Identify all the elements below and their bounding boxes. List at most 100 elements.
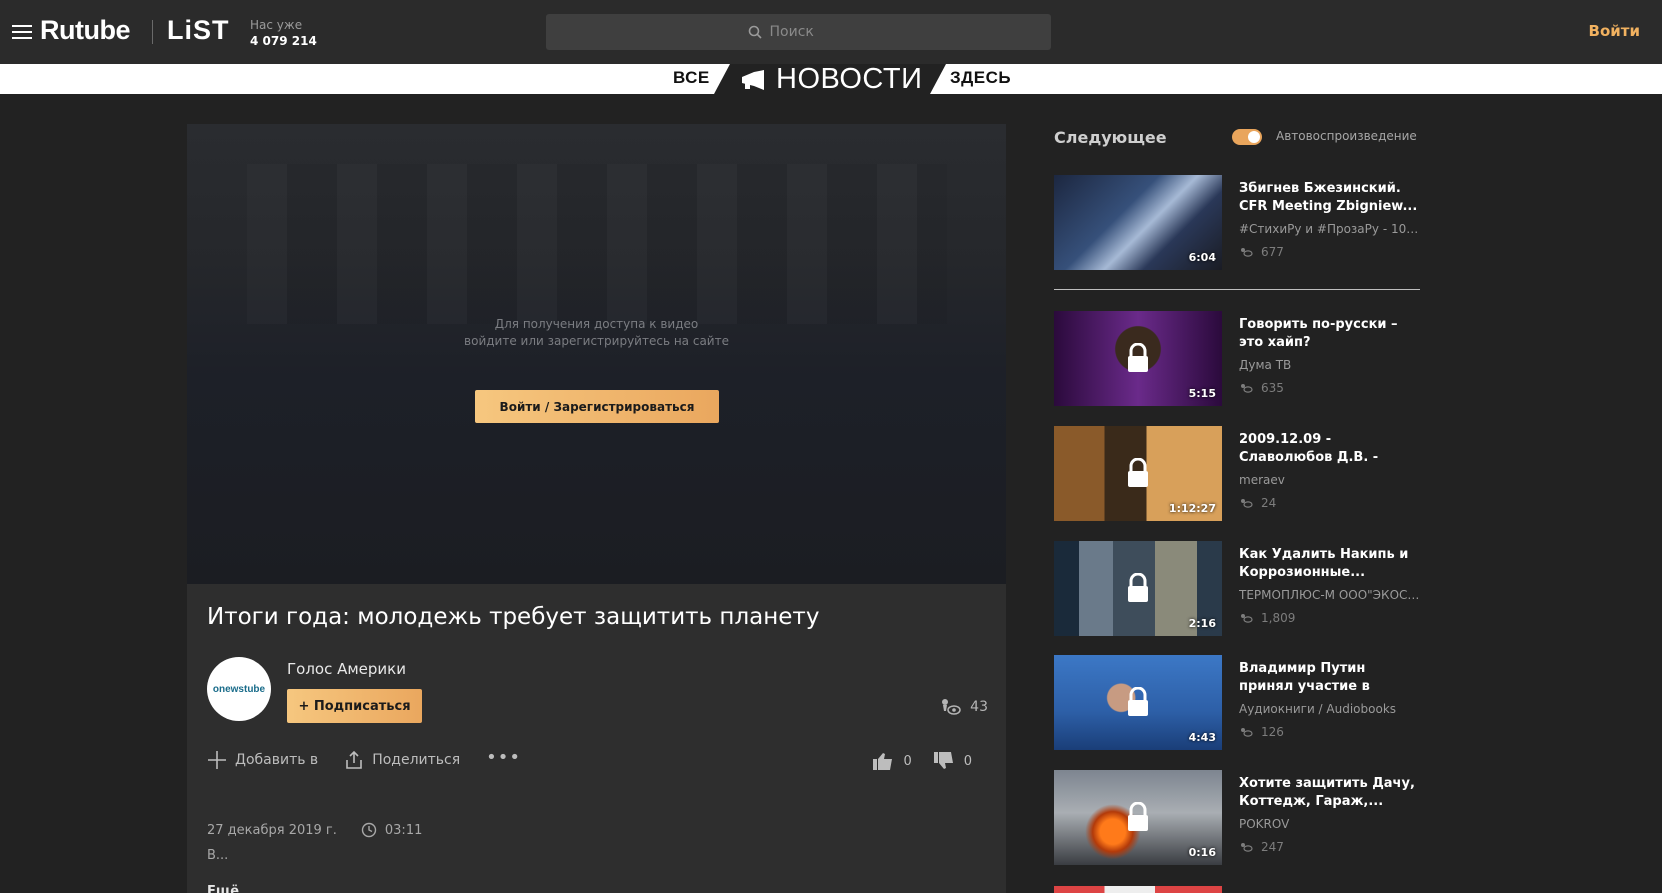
more-options-icon[interactable]: ••• [486,747,521,768]
views-icon [1241,843,1253,852]
category-here[interactable]: ЗДЕСЬ [950,68,1011,88]
next-video-title: Говорить по-русски – это хайп? [1239,317,1398,350]
thumbs-up-icon [873,753,893,770]
thumbnail-duration: 2:16 [1188,617,1216,630]
lock-icon [1128,343,1148,372]
category-news-label: НОВОСТИ [776,63,923,95]
next-video-channel: Дума ТВ [1239,358,1292,372]
video-actions: Добавить в Поделиться ••• [207,747,521,770]
add-to-label: Добавить в [235,752,319,768]
thumbnail-duration: 0:16 [1188,846,1216,859]
search-input[interactable] [769,24,850,40]
video-title: Итоги года: молодежь требует защитить пл… [207,604,820,630]
video-thumbnail: 5:15 [1054,311,1222,406]
category-news[interactable]: НОВОСТИ [714,64,946,94]
access-line-2: войдите или зарегистрируйтесь на сайте [464,334,729,348]
category-all[interactable]: ВСЕ [673,68,710,88]
menu-icon[interactable] [12,24,32,40]
next-video-title: Как Удалить Накипь и Коррозионные... [1239,547,1409,580]
login-link[interactable]: Войти [1589,22,1640,40]
lock-icon [1128,573,1148,602]
video-thumbnail: 4:43 [1054,655,1222,750]
user-count-label: Нас уже [250,18,303,32]
like-count: 0 [903,753,912,769]
next-video-channel: ТЕРМОПЛЮС-М ООО"ЭКОСт... [1239,588,1420,602]
next-video-title: Владимир Путин принял участие в торжеств… [1239,661,1370,694]
video-duration: 03:11 [361,822,422,838]
autoplay-label: Автовоспроизведение [1276,129,1417,143]
thumbs-down-icon [933,752,953,769]
lock-icon [1128,687,1148,716]
next-video-views: 1,809 [1239,611,1295,625]
share-icon [346,750,362,769]
video-thumbnail [1054,886,1222,893]
lock-icon [1128,458,1148,487]
show-more-link[interactable]: Ещё [207,884,239,893]
dislike-count: 0 [963,753,972,769]
share-label: Поделиться [372,752,461,768]
next-video-title: Хотите защитить Дачу, Коттедж, Гараж,... [1239,776,1415,809]
video-thumbnail: 0:16 [1054,770,1222,865]
dislike-button[interactable]: 0 [933,752,972,770]
list-logo[interactable]: LiST [167,15,230,46]
views-icon [1241,614,1253,623]
rutube-logo[interactable]: Rutube [40,15,130,46]
search-bar[interactable] [546,14,1051,50]
views-icon [1241,499,1253,508]
next-video-item-partial[interactable] [1054,886,1420,893]
duration-value: 03:11 [384,822,423,838]
access-line-1: Для получения доступа к видео [494,317,699,331]
view-count-value: 43 [970,699,988,715]
channel-avatar[interactable]: onewstube [207,657,271,721]
next-video-views: 24 [1239,496,1276,510]
video-main: Для получения доступа к видео войдите ил… [187,124,1006,893]
share-button[interactable]: Поделиться [344,750,460,770]
clock-icon [361,822,377,838]
video-thumbnail: 6:04 [1054,175,1222,270]
thumbnail-duration: 5:15 [1188,387,1216,400]
user-count: Нас уже 4 079 214 [250,17,317,49]
thumbnail-duration: 6:04 [1188,251,1216,264]
next-video-views: 126 [1239,725,1284,739]
views-icon [1241,384,1253,393]
channel-name[interactable]: Голос Америки [287,660,406,678]
toggle-knob [1248,131,1260,143]
next-video-channel: Аудиокниги / Audiobooks [1239,702,1397,716]
next-video-channel: meraev [1239,473,1285,487]
next-video-title: Збигнев Бжезинский. CFR Meeting Zbigniew… [1239,181,1418,214]
video-thumbnail: 1:12:27 [1054,426,1222,521]
top-header: Rutube LiST Нас уже 4 079 214 Войти [0,0,1662,64]
video-meta: 27 декабря 2019 г. 03:11 [207,822,422,838]
user-count-value: 4 079 214 [250,34,317,48]
views-icon [942,699,961,715]
view-count-value: 635 [1261,381,1284,395]
next-video-item[interactable]: 5:15 Говорить по-русски – это хайп? Дума… [1054,311,1420,406]
plus-icon [208,751,226,769]
view-count-value: 126 [1261,725,1284,739]
autoplay-toggle[interactable] [1232,129,1262,145]
sidebar-divider [1054,289,1420,290]
subscribe-button[interactable]: + Подписаться [287,689,422,723]
logo-divider [152,20,153,44]
next-video-item[interactable]: 6:04 Збигнев Бжезинский. CFR Meeting Zbi… [1054,175,1420,270]
access-message: Для получения доступа к видео войдите ил… [187,316,1006,350]
player-background-texture [247,164,947,324]
video-player[interactable]: Для получения доступа к видео войдите ил… [187,124,1006,584]
category-bar: ВСЕ НОВОСТИ ЗДЕСЬ [0,64,1662,94]
next-video-item[interactable]: 0:16 Хотите защитить Дачу, Коттедж, Гара… [1054,770,1420,865]
next-video-title: 2009.12.09 - Славолюбов Д.В. - Печальный… [1239,432,1379,465]
megaphone-icon [740,70,768,90]
next-video-views: 635 [1239,381,1284,395]
rating: 0 0 [859,752,972,770]
add-to-button[interactable]: Добавить в [207,750,318,770]
video-description: В... [207,848,229,863]
next-video-item[interactable]: 4:43 Владимир Путин принял участие в тор… [1054,655,1420,750]
next-video-item[interactable]: 2:16 Как Удалить Накипь и Коррозионные..… [1054,541,1420,636]
view-count-value: 247 [1261,840,1284,854]
video-thumbnail: 2:16 [1054,541,1222,636]
login-register-button[interactable]: Войти / Зарегистрироваться [475,390,719,423]
thumbnail-duration: 4:43 [1188,731,1216,744]
like-button[interactable]: 0 [873,752,912,770]
next-video-item[interactable]: 1:12:27 2009.12.09 - Славолюбов Д.В. - П… [1054,426,1420,521]
next-video-channel: #СтихиРу и #ПрозаРу - 1000 ... [1239,222,1420,236]
